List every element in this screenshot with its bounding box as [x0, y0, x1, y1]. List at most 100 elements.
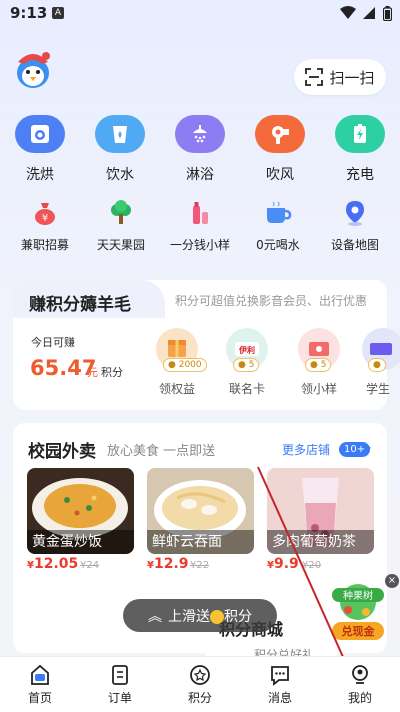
points-title[interactable]: 赚积分薅羊毛 [29, 290, 131, 315]
nav-label: 订单 [107, 691, 132, 705]
home-icon [10, 663, 70, 687]
nav-points[interactable]: 积分 [170, 657, 230, 712]
food-old-price: ¥24 [80, 560, 100, 571]
svg-text:伊利: 伊利 [238, 345, 255, 355]
food-item-grape-tea[interactable]: 多肉葡萄奶茶 [267, 468, 374, 554]
scan-icon [305, 68, 324, 86]
student-icon: ● [362, 328, 400, 372]
nav-profile[interactable]: 我的 [330, 657, 390, 712]
today-earn-label: 今日可赚 [31, 336, 75, 349]
takeout-subtitle: 放心美食 一点即送 [107, 444, 216, 459]
perk-student[interactable]: ● 学生 [360, 328, 400, 397]
service-charge[interactable]: 充电 [330, 115, 390, 184]
mini-service-samples[interactable]: 一分钱小样 [160, 199, 240, 253]
perk-badge: ● [368, 358, 386, 372]
perk-label: 联名卡 [228, 382, 265, 396]
today-earn-unit: 元 [87, 366, 98, 379]
nav-label: 首页 [27, 691, 52, 705]
food-name: 黄金蛋炒饭 [27, 530, 134, 554]
coffee-cup-icon [238, 199, 318, 227]
mini-service-parttime[interactable]: ¥ 兼职招募 [5, 199, 85, 253]
nav-orders[interactable]: 订单 [90, 657, 150, 712]
service-label: 饮水 [106, 167, 134, 183]
close-float-button[interactable]: × [385, 574, 399, 588]
food-name: 鲜虾云吞面 [147, 530, 254, 554]
order-icon [90, 663, 150, 687]
perk-cobrand-card[interactable]: 伊利 ● 5 联名卡 [217, 328, 277, 397]
nav-label: 积分 [187, 691, 212, 705]
perk-label: 领小样 [300, 382, 337, 396]
food-item-fried-rice[interactable]: 黄金蛋炒饭 [27, 468, 134, 554]
battery-icon [383, 6, 392, 21]
perk-label: 学生 [366, 382, 391, 396]
perk-badge: ● 5 [233, 358, 260, 372]
food-item-wonton-noodles[interactable]: 鲜虾云吞面 [147, 468, 254, 554]
mini-service-label: 设备地图 [330, 238, 379, 252]
perk-samples[interactable]: ● 5 领小样 [289, 328, 349, 397]
service-shower[interactable]: 淋浴 [170, 115, 230, 184]
more-shops-link[interactable]: 更多店铺 [282, 441, 330, 458]
points-description: 积分可超值兑换影音会员、出行优惠 [175, 294, 368, 308]
mini-service-label: 兼职招募 [20, 238, 69, 252]
food-old-price: ¥22 [190, 560, 210, 571]
chevron-right-icon[interactable]: › [366, 440, 372, 456]
battery-charge-icon [335, 115, 385, 153]
nav-label: 消息 [267, 691, 292, 705]
mascot-logo[interactable] [12, 48, 54, 90]
svg-text:兑现金: 兑现金 [342, 624, 376, 638]
tree-icon [81, 199, 161, 227]
shower-icon [175, 115, 225, 153]
perk-badge: ● 5 [305, 358, 332, 372]
food-price: ¥9.9 [267, 556, 299, 572]
food-old-price: ¥20 [302, 560, 322, 571]
service-label: 充电 [346, 167, 374, 183]
scan-label: 扫一扫 [329, 68, 375, 87]
profile-icon [330, 663, 390, 687]
food-name: 多肉葡萄奶茶 [267, 530, 374, 554]
points-star-icon [170, 663, 230, 687]
nav-label: 我的 [347, 691, 372, 705]
nav-messages[interactable]: 消息 [250, 657, 310, 712]
yili-logo-icon: 伊利 ● 5 [226, 328, 268, 372]
map-pin-icon [315, 199, 395, 227]
washer-icon [15, 115, 65, 153]
svg-text:种果树: 种果树 [343, 589, 373, 602]
nav-home[interactable]: 首页 [10, 657, 70, 712]
hair-dryer-icon [255, 115, 305, 153]
service-dryer[interactable]: 吹风 [250, 115, 310, 184]
service-water[interactable]: 饮水 [90, 115, 150, 184]
wifi-icon [340, 6, 356, 19]
signal-icon [363, 7, 375, 19]
mini-service-device-map[interactable]: 设备地图 [315, 199, 395, 253]
service-wash[interactable]: 洗烘 [10, 115, 70, 184]
mini-service-label: 一分钱小样 [169, 238, 230, 252]
message-icon [250, 663, 310, 687]
status-time: 9:13 [10, 4, 48, 22]
today-earn-unit-points: 积分 [101, 366, 123, 379]
perk-badge: ● 2000 [163, 358, 207, 372]
notification-icon: A [52, 7, 64, 19]
mini-service-orchard[interactable]: 天天果园 [81, 199, 161, 253]
perk-label: 领权益 [158, 382, 195, 396]
slide-up-hint[interactable]: ︽ 上滑送 积分 [123, 599, 277, 632]
fruit-tree-float[interactable]: 种果树 兑现金 [326, 580, 390, 644]
food-price: ¥12.9 [147, 556, 189, 572]
mini-service-label: 0元喝水 [256, 238, 300, 252]
water-cup-icon [95, 115, 145, 153]
cosmetics-icon [160, 199, 240, 227]
scan-button[interactable]: 扫一扫 [294, 59, 386, 95]
perk-benefits[interactable]: ● 2000 领权益 [147, 328, 207, 397]
money-bag-icon: ¥ [5, 199, 85, 227]
takeout-title: 校园外卖 [28, 442, 96, 462]
coin-icon [210, 609, 224, 624]
service-label: 淋浴 [186, 167, 214, 183]
service-label: 洗烘 [26, 167, 54, 183]
service-label: 吹风 [266, 167, 294, 183]
food-price: ¥12.05 [27, 556, 79, 572]
svg-text:¥: ¥ [42, 213, 48, 224]
mini-service-label: 天天果园 [96, 238, 145, 252]
double-chevron-up-icon: ︽ [148, 608, 162, 625]
gift-icon: ● 2000 [156, 328, 207, 372]
coupon-icon: ● 5 [298, 328, 340, 372]
mini-service-free-water[interactable]: 0元喝水 [238, 199, 318, 253]
